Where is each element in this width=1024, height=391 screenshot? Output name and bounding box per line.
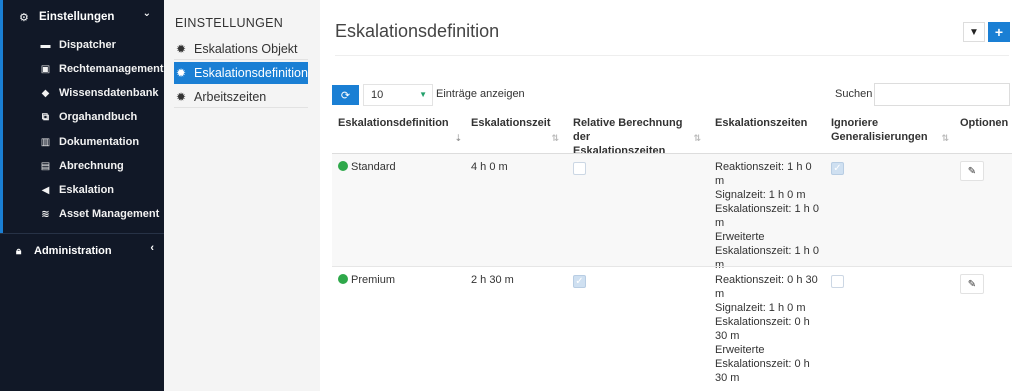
subnav-item-label: Arbeitszeiten [194, 89, 267, 104]
filter-button[interactable]: ▼ [963, 22, 985, 42]
page-title: Eskalationsdefinition [335, 21, 500, 41]
sidebar-item-orgahandbuch[interactable]: ⧉ Orgahandbuch [38, 108, 137, 126]
page-length-label: Einträge anzeigen [436, 88, 525, 100]
status-active-icon [338, 161, 348, 171]
filter-icon: ▼ [969, 26, 979, 38]
gear-icon: ✹ [176, 89, 187, 104]
column-header-label: Relative Berechnung der Eskalationszeite… [573, 117, 683, 157]
cell-eskalationszeiten: Reaktionszeit: 1 h 0 m Signalzeit: 1 h 0… [715, 161, 819, 271]
graduation-cap-icon: ◆ [41, 87, 50, 99]
gear-icon: ✹ [176, 65, 187, 80]
plus-icon: + [994, 24, 1004, 40]
subnav-item-arbeitszeiten[interactable]: ✹ Arbeitszeiten [174, 86, 308, 108]
sidebar-item-rechtemanagement[interactable]: ▣ Rechtemanagement [38, 60, 164, 78]
refresh-button[interactable]: ⟳ [332, 85, 359, 105]
gears-icon: ⚙ [19, 11, 29, 24]
sidebar-item-label: Abrechnung [59, 160, 124, 172]
refresh-icon: ⟳ [340, 89, 351, 102]
column-header-label: Eskalationszeit [471, 117, 551, 129]
column-header-label: Eskalationsdefinition [338, 117, 449, 129]
main-content: Eskalationsdefinition ▼ + ⟳ 10 ▼ Einträg… [320, 0, 1024, 391]
search-label: Suchen [835, 88, 873, 100]
sidebar-item-label: Wissensdatenbank [59, 87, 159, 99]
sidebar-item-asset-management[interactable]: ≋ Asset Management [38, 205, 159, 223]
status-active-icon [338, 274, 348, 284]
sidebar-item-label: Dispatcher [59, 39, 116, 51]
dispatcher-icon: ▬ [40, 39, 51, 51]
sidebar-item-eskalation[interactable]: ◀ Eskalation [38, 181, 114, 199]
sidebar-item-wissensdatenbank[interactable]: ◆ Wissensdatenbank [38, 84, 159, 102]
sidebar-item-label: Dokumentation [59, 136, 140, 148]
books-icon: ▥ [40, 136, 51, 148]
row-name: Standard [351, 161, 396, 173]
column-header-optionen: Optionen [960, 116, 1010, 150]
pencil-icon: ✎ [967, 165, 977, 177]
gear-icon: ✹ [176, 41, 187, 56]
sidebar-divider [0, 233, 164, 234]
column-header-eskalationsdefinition[interactable]: Eskalationsdefinition ⇣ [338, 116, 464, 150]
subnav-item-label: Eskalationsdefinition [194, 65, 308, 80]
sidebar-group-label: Einstellungen [39, 11, 115, 23]
settings-subnav: EINSTELLUNGEN ✹ Eskalations Objekt ✹ Esk… [164, 0, 320, 391]
table-row: Premium 2 h 30 m ✓ Reaktionszeit: 0 h 30… [332, 267, 1012, 391]
cell-name: Premium [338, 273, 395, 287]
column-header-eskalationszeiten[interactable]: Eskalationszeiten [715, 116, 825, 150]
subnav-item-eskalations-objekt[interactable]: ✹ Eskalations Objekt [174, 38, 308, 60]
invoice-icon: ▤ [40, 160, 51, 172]
sidebar-item-dokumentation[interactable]: ▥ Dokumentation [38, 133, 139, 151]
id-card-icon: ▣ [40, 63, 51, 75]
title-divider [335, 55, 1009, 56]
caret-down-icon: ▼ [419, 90, 427, 99]
cell-eskalationszeiten: Reaktionszeit: 0 h 30 m Signalzeit: 1 h … [715, 274, 818, 384]
column-header-ignoriere-generalisierungen[interactable]: Ignoriere Generalisierungen ⇅ [831, 116, 951, 150]
subnav-item-eskalationsdefinition[interactable]: ✹ Eskalationsdefinition [174, 62, 308, 84]
sidebar-active-indicator [0, 0, 3, 233]
search-input[interactable] [874, 83, 1010, 106]
column-header-relative-berechnung[interactable]: Relative Berechnung der Eskalationszeite… [573, 116, 703, 157]
edit-button[interactable]: ✎ [960, 161, 984, 181]
subnav-title: EINSTELLUNGEN [175, 16, 284, 30]
column-header-label: Optionen [960, 117, 1009, 129]
sidebar-item-label: Rechtemanagement [59, 63, 164, 75]
subnav-item-label: Eskalations Objekt [194, 41, 298, 56]
ignore-generalisierungen-checkbox[interactable] [831, 275, 844, 288]
column-header-label: Ignoriere Generalisierungen [831, 117, 928, 143]
sidebar-item-label: Eskalation [59, 184, 115, 196]
sidebar-group-einstellungen[interactable]: ⚙ Einstellungen ⌄ [19, 8, 159, 26]
sidebar-group-label: Administration [34, 245, 112, 257]
cell-eskalationszeit: 2 h 30 m [471, 274, 514, 286]
relative-berechnung-checkbox[interactable] [573, 162, 586, 175]
column-header-eskalationszeit[interactable]: Eskalationszeit ⇅ [471, 116, 561, 150]
megaphone-icon: ◀ [41, 184, 50, 196]
sitemap-icon: ⧉ [41, 111, 50, 123]
add-button[interactable]: + [988, 22, 1010, 42]
lock-icon: 🔒︎ [16, 245, 22, 257]
table-row: Standard 4 h 0 m Reaktionszeit: 1 h 0 m … [332, 154, 1012, 271]
page-length-value: 10 [371, 89, 384, 101]
sidebar-item-label: Asset Management [59, 208, 160, 220]
layers-icon: ≋ [41, 208, 50, 220]
chevron-down-icon: ⌄ [142, 8, 151, 19]
check-icon: ✓ [833, 163, 842, 174]
relative-berechnung-checkbox[interactable]: ✓ [573, 275, 586, 288]
sort-icon: ⇅ [693, 133, 701, 143]
cell-eskalationszeit: 4 h 0 m [471, 161, 508, 173]
cell-name: Standard [338, 160, 396, 174]
sidebar-item-abrechnung[interactable]: ▤ Abrechnung [38, 157, 124, 175]
sidebar-group-administration[interactable]: 🔒︎ Administration ‹ [16, 242, 156, 260]
sidebar: ⚙ Einstellungen ⌄ ▬ Dispatcher ▣ Rechtem… [0, 0, 164, 391]
row-name: Premium [351, 274, 396, 286]
sort-icon: ⇅ [941, 133, 949, 143]
column-header-label: Eskalationszeiten [715, 117, 808, 129]
edit-button[interactable]: ✎ [960, 274, 984, 294]
sort-icon: ⇅ [551, 133, 559, 143]
sort-desc-icon: ⇣ [454, 133, 462, 143]
sidebar-item-dispatcher[interactable]: ▬ Dispatcher [38, 36, 116, 54]
ignore-generalisierungen-checkbox[interactable]: ✓ [831, 162, 844, 175]
sidebar-item-label: Orgahandbuch [59, 111, 138, 123]
page-length-select[interactable]: 10 ▼ [363, 84, 433, 106]
pencil-icon: ✎ [967, 278, 977, 290]
chevron-left-icon: ‹ [150, 242, 154, 254]
check-icon: ✓ [575, 276, 584, 287]
